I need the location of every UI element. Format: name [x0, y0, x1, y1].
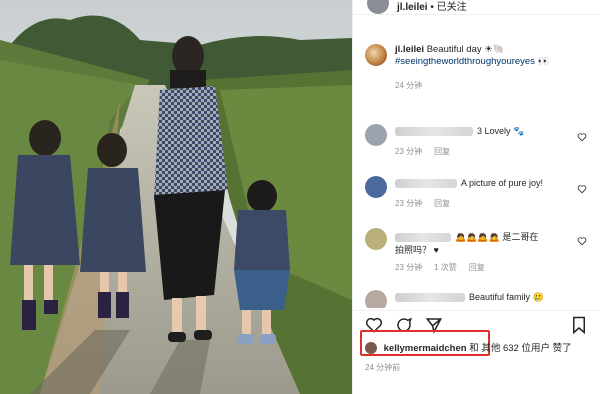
commenter-avatar[interactable]	[365, 124, 387, 146]
likes-connector: 和	[469, 343, 479, 354]
follow-status[interactable]: 已关注	[437, 2, 467, 13]
caption-hashtag[interactable]: #seeingtheworldthroughyoureyes	[395, 56, 535, 67]
post-photo[interactable]	[0, 0, 352, 394]
blurred-username	[395, 293, 465, 303]
blurred-username	[395, 127, 473, 137]
comment-emoji: 🙇🙇🙇🙇	[455, 232, 500, 242]
liker-avatar[interactable]	[365, 342, 377, 355]
comment-emoji: 🥲	[532, 292, 544, 302]
comment-item: 3 Lovely 🐾 23 分钟 回复	[365, 124, 595, 160]
caption-text: Beautiful day	[426, 44, 482, 55]
family-walking-photo	[0, 0, 352, 394]
comment-text-line2: 拍照吗？	[395, 245, 432, 255]
post-side-panel: jl.leilei • 已关注 jl.leilei Beautiful day …	[352, 0, 600, 394]
comment-emoji-2: ♥	[433, 245, 439, 255]
comment-meta: 23 分钟 回复	[395, 198, 462, 209]
heart-icon[interactable]	[577, 236, 587, 246]
header-text: jl.leilei • 已关注	[397, 0, 467, 13]
heart-icon[interactable]	[577, 184, 587, 194]
likes-rest[interactable]: 其他 632 位用户 赞了	[481, 343, 571, 354]
reply-link[interactable]: 回复	[434, 147, 450, 156]
reply-link[interactable]: 回复	[469, 263, 485, 272]
comment-text: 是二哥在	[502, 232, 539, 242]
post-timestamp: 24 分钟前	[365, 363, 401, 372]
caption-emoji: ☀🐚	[484, 44, 505, 55]
comment-line: Beautiful family 🥲	[395, 292, 544, 303]
likes-line: kellymermaidchen 和 其他 632 位用户 赞了	[365, 340, 572, 355]
comment-meta: 23 分钟 1 次赞 回复	[395, 262, 497, 273]
header-separator: •	[430, 2, 434, 13]
liker-username[interactable]: kellymermaidchen	[384, 343, 467, 354]
caption-username[interactable]: jl.leilei	[395, 44, 424, 55]
comment-emoji: 🐾	[513, 126, 525, 136]
comment-text: 3 Lovely	[477, 126, 511, 136]
comment-time: 23 分钟	[395, 147, 423, 156]
bookmark-icon[interactable]	[571, 316, 587, 334]
author-username[interactable]: jl.leilei	[397, 2, 428, 13]
comment-line: 🙇🙇🙇🙇 是二哥在 拍照吗？ ♥	[395, 230, 538, 256]
comment-time: 23 分钟	[395, 263, 423, 272]
comment-item: 🙇🙇🙇🙇 是二哥在 拍照吗？ ♥ 23 分钟 1 次赞 回复	[365, 228, 595, 276]
comment-text: A picture of pure joy!	[461, 178, 544, 188]
hashtag-emoji: 👀	[537, 56, 550, 67]
comment-line: A picture of pure joy!	[395, 178, 544, 189]
commenter-avatar[interactable]	[365, 228, 387, 250]
heart-icon[interactable]	[577, 132, 587, 142]
reply-link[interactable]: 回复	[434, 199, 450, 208]
comment-meta: 23 分钟 回复	[395, 146, 462, 157]
commenter-avatar[interactable]	[365, 176, 387, 198]
blurred-username	[395, 233, 451, 243]
comment-text: Beautiful family	[469, 292, 531, 302]
comment-likes[interactable]: 1 次赞	[434, 263, 457, 272]
commenter-avatar[interactable]	[365, 290, 387, 308]
caption-time: 24 分钟	[395, 81, 423, 90]
comment-item: Beautiful family 🥲	[365, 290, 595, 308]
comment-item: A picture of pure joy! 23 分钟 回复	[365, 176, 595, 212]
blurred-username	[395, 179, 457, 189]
author-avatar[interactable]	[367, 0, 389, 14]
caption-avatar[interactable]	[365, 44, 387, 66]
comment-line: 3 Lovely 🐾	[395, 126, 524, 137]
comment-time: 23 分钟	[395, 199, 423, 208]
post-header: jl.leilei • 已关注	[353, 0, 600, 15]
caption-body: jl.leilei Beautiful day ☀🐚 #seeingthewor…	[395, 44, 595, 92]
